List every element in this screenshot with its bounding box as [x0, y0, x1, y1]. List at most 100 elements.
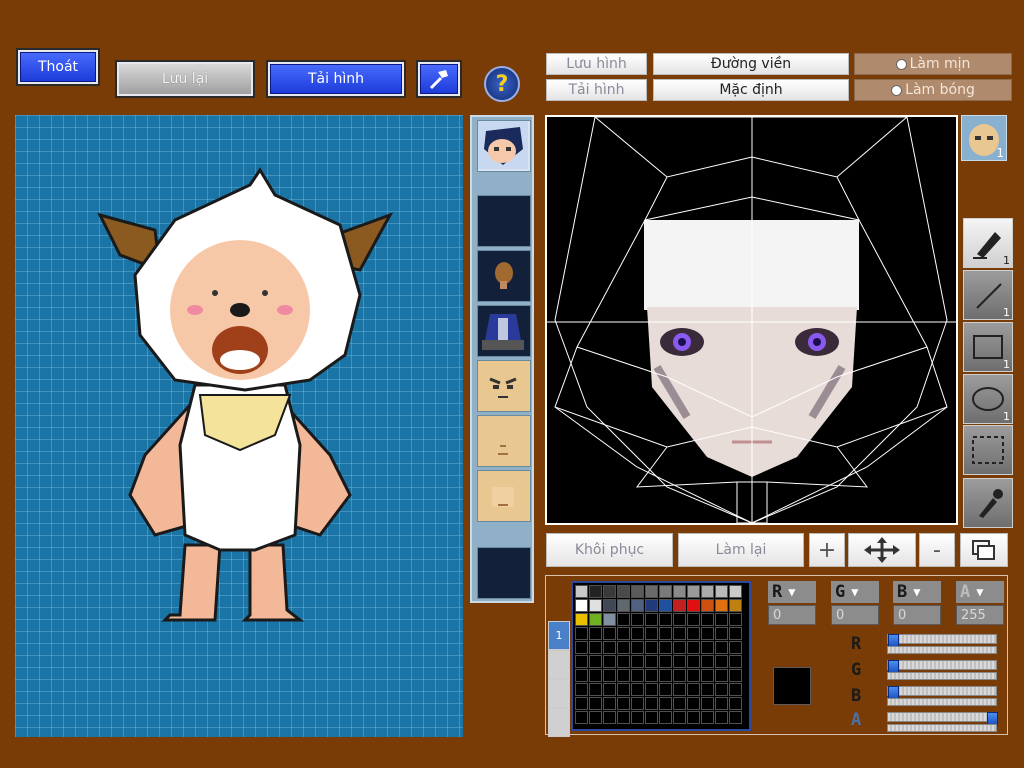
smooth-radio[interactable]: Làm mịn [854, 53, 1012, 75]
alpha-channel-header[interactable]: A ▼ [956, 581, 1004, 603]
palette-swatch[interactable] [673, 711, 686, 724]
palette-swatch[interactable] [645, 613, 658, 626]
palette-swatch[interactable] [673, 641, 686, 654]
palette-swatch[interactable] [715, 613, 728, 626]
palette-swatch[interactable] [659, 669, 672, 682]
palette-swatch[interactable] [687, 683, 700, 696]
save-button[interactable]: Lưu lại [115, 60, 255, 98]
palette-swatch[interactable] [715, 641, 728, 654]
palette-swatch[interactable] [715, 697, 728, 710]
palette-swatch[interactable] [617, 669, 630, 682]
palette-swatch[interactable] [617, 641, 630, 654]
palette-swatch[interactable] [659, 683, 672, 696]
part-slot-face-2[interactable] [477, 415, 531, 467]
palette-swatch[interactable] [631, 599, 644, 612]
palette-swatch[interactable] [701, 697, 714, 710]
palette-swatch[interactable] [687, 641, 700, 654]
palette-swatch[interactable] [603, 683, 616, 696]
part-slot-face-1[interactable] [477, 360, 531, 412]
palette-swatch[interactable] [575, 641, 588, 654]
green-slider[interactable] [887, 660, 997, 674]
palette-swatches[interactable] [575, 585, 747, 725]
palette-swatch[interactable] [715, 627, 728, 640]
palette-swatch[interactable] [701, 627, 714, 640]
palette-swatch[interactable] [701, 655, 714, 668]
palette-swatch[interactable] [729, 697, 742, 710]
palette-swatch[interactable] [589, 599, 602, 612]
part-slot-face-preset[interactable] [477, 120, 531, 172]
palette-swatch[interactable] [617, 599, 630, 612]
palette-swatch[interactable] [603, 711, 616, 724]
blue-slider[interactable] [887, 686, 997, 700]
palette-swatch[interactable] [645, 711, 658, 724]
palette-swatch[interactable] [617, 683, 630, 696]
blue-channel-header[interactable]: B ▼ [893, 581, 941, 603]
palette-swatch[interactable] [575, 669, 588, 682]
palette-swatch[interactable] [673, 655, 686, 668]
palette-swatch[interactable] [631, 697, 644, 710]
load-image-button[interactable]: Tải hình [266, 60, 406, 98]
palette-swatch[interactable] [729, 669, 742, 682]
palette-swatch[interactable] [701, 711, 714, 724]
palette-swatch[interactable] [589, 585, 602, 598]
palette-swatch[interactable] [645, 697, 658, 710]
palette-swatch[interactable] [701, 599, 714, 612]
palette-swatch[interactable] [575, 599, 588, 612]
palette-swatch[interactable] [575, 585, 588, 598]
palette-swatch[interactable] [673, 697, 686, 710]
palette-swatch[interactable] [631, 669, 644, 682]
palette-swatch[interactable] [687, 585, 700, 598]
palette-swatch[interactable] [715, 683, 728, 696]
palette-swatch[interactable] [715, 599, 728, 612]
palette-swatch[interactable] [631, 613, 644, 626]
palette-swatch[interactable] [589, 711, 602, 724]
palette-swatch[interactable] [701, 669, 714, 682]
palette-swatch[interactable] [589, 669, 602, 682]
palette-swatch[interactable] [575, 627, 588, 640]
palette-swatch[interactable] [617, 655, 630, 668]
part-slot-hair[interactable] [477, 250, 531, 302]
palette-swatch[interactable] [631, 627, 644, 640]
line-tool-button[interactable]: 1 [963, 270, 1013, 320]
palette-swatch[interactable] [687, 655, 700, 668]
palette-swatch[interactable] [659, 627, 672, 640]
palette-swatch[interactable] [673, 599, 686, 612]
palette-swatch[interactable] [729, 711, 742, 724]
redo-button[interactable]: Làm lại [678, 533, 804, 567]
zoom-out-button[interactable]: - [919, 533, 955, 567]
palette-swatch[interactable] [645, 585, 658, 598]
palette-swatch[interactable] [729, 627, 742, 640]
palette-swatch[interactable] [673, 669, 686, 682]
palette-tab-4[interactable] [548, 708, 570, 737]
part-slot-empty-bottom[interactable] [477, 547, 531, 599]
palette-swatch[interactable] [701, 641, 714, 654]
palette-swatch[interactable] [729, 655, 742, 668]
default-button[interactable]: Mặc định [653, 79, 849, 101]
shine-radio[interactable]: Làm bóng [854, 79, 1012, 101]
palette-swatch[interactable] [603, 669, 616, 682]
zoom-in-button[interactable]: + [809, 533, 845, 567]
palette-swatch[interactable] [575, 711, 588, 724]
palette-swatch[interactable] [659, 599, 672, 612]
red-value-field[interactable]: 0 [768, 605, 816, 625]
texture-canvas[interactable] [545, 115, 958, 525]
palette-swatch[interactable] [589, 627, 602, 640]
exit-button[interactable]: Thoát [16, 48, 100, 86]
palette-swatch[interactable] [729, 599, 742, 612]
palette-swatch[interactable] [659, 655, 672, 668]
red-slider[interactable] [887, 634, 997, 648]
palette-swatch[interactable] [631, 655, 644, 668]
hammer-button[interactable] [416, 60, 462, 98]
palette-swatch[interactable] [645, 669, 658, 682]
palette-swatch[interactable] [603, 641, 616, 654]
select-tool-button[interactable] [963, 425, 1013, 475]
palette-swatch[interactable] [631, 585, 644, 598]
palette-swatch[interactable] [645, 599, 658, 612]
palette-swatch[interactable] [575, 697, 588, 710]
palette-swatch[interactable] [701, 683, 714, 696]
help-button[interactable]: ? [484, 66, 520, 102]
green-channel-header[interactable]: G ▼ [831, 581, 879, 603]
palette-swatch[interactable] [645, 655, 658, 668]
green-value-field[interactable]: 0 [831, 605, 879, 625]
red-channel-header[interactable]: R ▼ [768, 581, 816, 603]
